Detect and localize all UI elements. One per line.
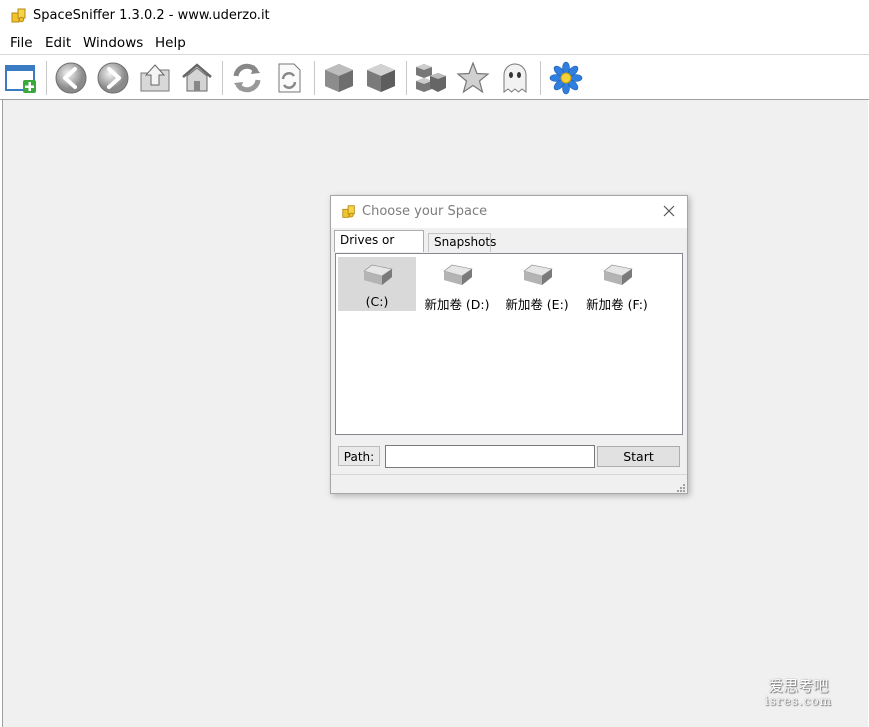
drive-label: 新加卷 (F:) — [586, 297, 648, 312]
tab-snapshots[interactable]: Snapshots — [428, 233, 496, 252]
puzzle-app-icon — [342, 205, 355, 218]
menu-bar: File Edit Windows Help — [0, 32, 869, 54]
toolbar-separator — [46, 61, 47, 95]
dialog-title-bar: Choose your Space — [331, 196, 687, 228]
resize-grip-icon[interactable] — [675, 482, 685, 492]
window-title: SpaceSniffer 1.3.0.2 - www.uderzo.it — [33, 8, 270, 23]
toolbar-separator — [314, 61, 315, 95]
path-label: Path: — [338, 446, 380, 466]
toolbar — [0, 55, 869, 100]
watermark: 爱思考吧 isres.com — [765, 679, 832, 709]
dialog-status-bar — [331, 474, 687, 494]
path-bar: Path: Start — [335, 443, 683, 469]
drive-list: (C:) 新加卷 (D:) 新加卷 (E:) 新加卷 (F:) — [335, 253, 683, 435]
drive-item-d[interactable]: 新加卷 (D:) — [418, 257, 496, 312]
cube-outline-icon[interactable] — [364, 61, 398, 95]
close-icon[interactable] — [661, 203, 677, 219]
star-icon[interactable] — [456, 61, 490, 95]
toolbar-separator — [406, 61, 407, 95]
toolbar-separator — [540, 61, 541, 95]
drive-item-e[interactable]: 新加卷 (E:) — [498, 257, 576, 312]
puzzle-app-icon — [11, 8, 26, 23]
forward-icon[interactable] — [96, 61, 130, 95]
drive-item-c[interactable]: (C:) — [338, 257, 416, 311]
menu-edit[interactable]: Edit — [45, 35, 71, 51]
path-input[interactable] — [385, 445, 595, 468]
menu-help[interactable]: Help — [155, 35, 186, 51]
ghost-icon[interactable] — [498, 61, 532, 95]
tab-drives-or-paths[interactable]: Drives or Paths — [334, 230, 424, 266]
hard-drive-icon — [443, 264, 473, 285]
title-bar: SpaceSniffer 1.3.0.2 - www.uderzo.it — [0, 0, 869, 32]
dialog-title: Choose your Space — [362, 204, 488, 219]
start-button[interactable]: Start — [597, 446, 680, 467]
watermark-text: 爱思考吧 — [768, 677, 829, 695]
new-window-icon[interactable] — [4, 61, 38, 95]
dialog-tabs: Drives or Paths Snapshots — [334, 230, 684, 266]
back-icon[interactable] — [54, 61, 88, 95]
watermark-domain: isres.com — [764, 694, 832, 708]
choose-space-dialog: Choose your Space Drives or Paths Snapsh… — [330, 195, 688, 494]
cubes-icon[interactable] — [414, 61, 448, 95]
drive-item-f[interactable]: 新加卷 (F:) — [578, 257, 656, 312]
hard-drive-icon — [603, 264, 633, 285]
home-icon[interactable] — [180, 61, 214, 95]
menu-file[interactable]: File — [10, 35, 33, 51]
hard-drive-icon — [363, 264, 393, 285]
cube-icon[interactable] — [322, 61, 356, 95]
drive-label: (C:) — [365, 294, 389, 309]
menu-windows[interactable]: Windows — [83, 35, 143, 51]
refresh-icon[interactable] — [230, 61, 264, 95]
parent-folder-icon[interactable] — [138, 61, 172, 95]
flower-icon[interactable] — [549, 61, 583, 95]
toolbar-separator — [222, 61, 223, 95]
refresh-document-icon[interactable] — [272, 61, 306, 95]
drive-label: 新加卷 (D:) — [424, 297, 490, 312]
hard-drive-icon — [523, 264, 553, 285]
drive-label: 新加卷 (E:) — [505, 297, 569, 312]
